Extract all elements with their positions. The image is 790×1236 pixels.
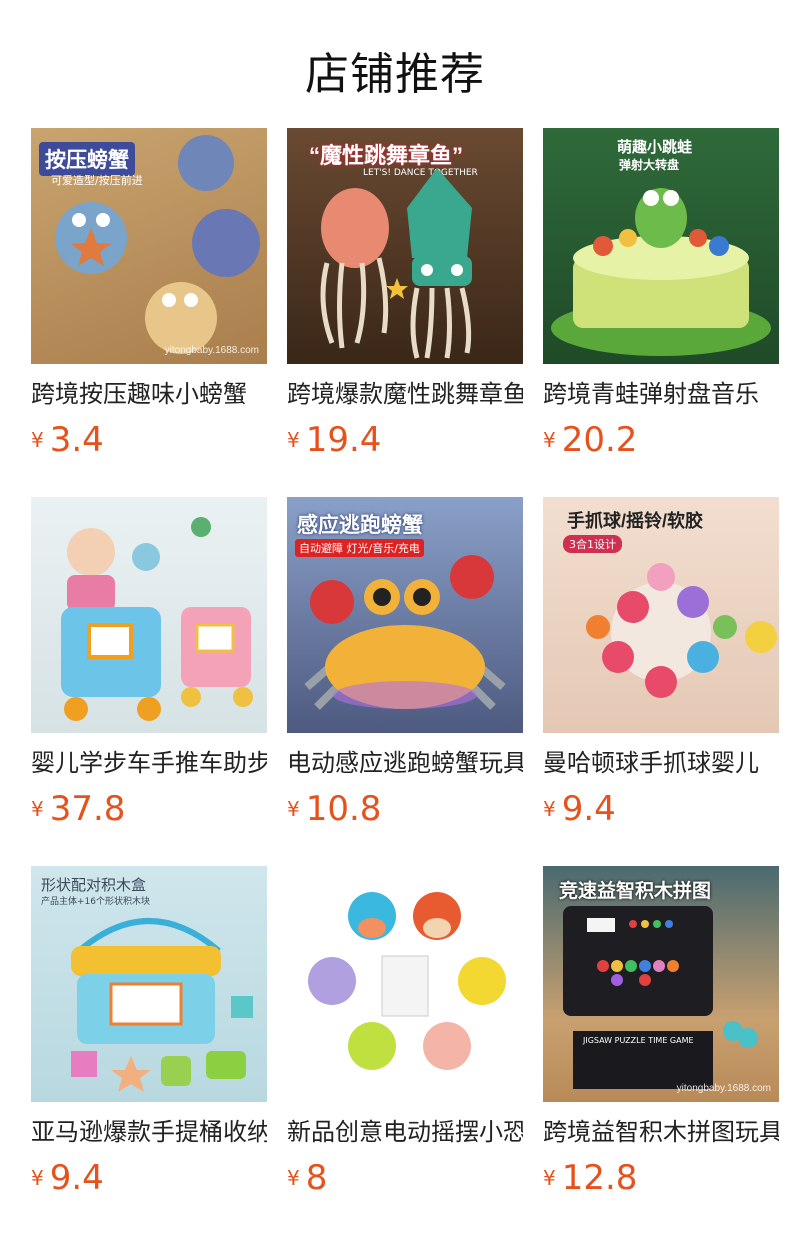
product-name[interactable]: 新品创意电动摇摆小恐龙	[287, 1116, 523, 1148]
product-image[interactable]	[31, 497, 267, 733]
product-image[interactable]: “魔性跳舞章鱼” LET'S! DANCE TOGETHER	[287, 128, 523, 364]
page-title: 店铺推荐	[305, 49, 485, 100]
product-image[interactable]: 竞速益智积木拼图 JIGSAW PUZZLE TIME GAME yitongb…	[543, 866, 779, 1102]
currency-symbol: ¥	[287, 797, 300, 821]
octopus-toy-illustration	[320, 168, 472, 359]
product-name[interactable]: 跨境益智积木拼图玩具	[543, 1116, 779, 1148]
product-name[interactable]: 曼哈顿球手抓球婴儿	[543, 747, 779, 779]
price-value: 8	[305, 1158, 328, 1198]
image-subtitle: JIGSAW PUZZLE TIME GAME	[583, 1036, 694, 1045]
product-card[interactable]: 按压螃蟹 可爱造型/按压前进 yitongbaby.1688.com 跨境按压趣…	[31, 128, 267, 460]
product-price: ¥10.8	[287, 789, 523, 829]
product-card[interactable]: “魔性跳舞章鱼” LET'S! DANCE TOGETHER 跨境爆款魔性跳舞章…	[287, 128, 523, 460]
price-value: 3.4	[49, 420, 104, 460]
watermark: yitongbaby.1688.com	[676, 1083, 771, 1094]
crab-toy-illustration	[55, 135, 260, 354]
product-name[interactable]: 跨境爆款魔性跳舞章鱼	[287, 378, 523, 410]
product-image[interactable]	[287, 866, 523, 1102]
currency-symbol: ¥	[31, 797, 44, 821]
product-card[interactable]: 形状配对积木盒 产品主体+16个形状积木块 亚马逊爆款手提桶收纳 ¥9.4	[31, 866, 267, 1198]
product-card[interactable]: 感应逃跑螃蟹 自动避障 灯光/音乐/充电 电动感应逃跑螃蟹玩具 ¥10.8	[287, 497, 523, 829]
product-card[interactable]: 萌趣小跳蛙 弹射大转盘 跨境青蛙弹射盘音乐 ¥20.2	[543, 128, 779, 460]
frog-game-illustration	[551, 188, 771, 356]
price-value: 12.8	[561, 1158, 638, 1198]
product-name[interactable]: 跨境按压趣味小螃蟹	[31, 378, 267, 410]
product-price: ¥19.4	[287, 420, 523, 460]
currency-symbol: ¥	[543, 797, 556, 821]
crab-robot-illustration	[304, 555, 506, 710]
shape-sorter-illustration	[71, 918, 253, 1092]
price-value: 10.8	[305, 789, 382, 829]
product-name[interactable]: 亚马逊爆款手提桶收纳	[31, 1116, 267, 1148]
currency-symbol: ¥	[287, 428, 300, 452]
dinosaur-toys-illustration	[308, 892, 506, 1070]
product-name[interactable]: 婴儿学步车手推车助步	[31, 747, 267, 779]
product-price: ¥37.8	[31, 789, 267, 829]
product-image[interactable]: 萌趣小跳蛙 弹射大转盘	[543, 128, 779, 364]
currency-symbol: ¥	[31, 1166, 44, 1190]
product-price: ¥9.4	[31, 1158, 267, 1198]
price-value: 9.4	[49, 1158, 104, 1198]
product-price: ¥3.4	[31, 420, 267, 460]
price-value: 37.8	[49, 789, 126, 829]
product-card[interactable]: 婴儿学步车手推车助步 ¥37.8	[31, 497, 267, 829]
product-price: ¥8	[287, 1158, 523, 1198]
currency-symbol: ¥	[543, 428, 556, 452]
product-price: ¥9.4	[543, 789, 779, 829]
product-image[interactable]: 感应逃跑螃蟹 自动避障 灯光/音乐/充电	[287, 497, 523, 733]
product-name[interactable]: 跨境青蛙弹射盘音乐	[543, 378, 779, 410]
price-value: 20.2	[561, 420, 638, 460]
grab-ball-illustration	[586, 563, 777, 698]
product-name[interactable]: 电动感应逃跑螃蟹玩具	[287, 747, 523, 779]
product-price: ¥20.2	[543, 420, 779, 460]
product-card[interactable]: 新品创意电动摇摆小恐龙 ¥8	[287, 866, 523, 1198]
currency-symbol: ¥	[31, 428, 44, 452]
product-image[interactable]: 手抓球/摇铃/软胶 3合1设计	[543, 497, 779, 733]
product-card[interactable]: 竞速益智积木拼图 JIGSAW PUZZLE TIME GAME yitongb…	[543, 866, 779, 1198]
baby-walker-illustration	[61, 517, 253, 721]
product-image[interactable]: 形状配对积木盒 产品主体+16个形状积木块	[31, 866, 267, 1102]
product-price: ¥12.8	[543, 1158, 779, 1198]
product-image[interactable]: 按压螃蟹 可爱造型/按压前进 yitongbaby.1688.com	[31, 128, 267, 364]
currency-symbol: ¥	[543, 1166, 556, 1190]
puzzle-game-illustration	[563, 906, 758, 1089]
product-card[interactable]: 手抓球/摇铃/软胶 3合1设计 曼哈顿球手抓球婴儿 ¥9.4	[543, 497, 779, 829]
price-value: 19.4	[305, 420, 382, 460]
currency-symbol: ¥	[287, 1166, 300, 1190]
watermark: yitongbaby.1688.com	[164, 345, 259, 356]
price-value: 9.4	[561, 789, 616, 829]
